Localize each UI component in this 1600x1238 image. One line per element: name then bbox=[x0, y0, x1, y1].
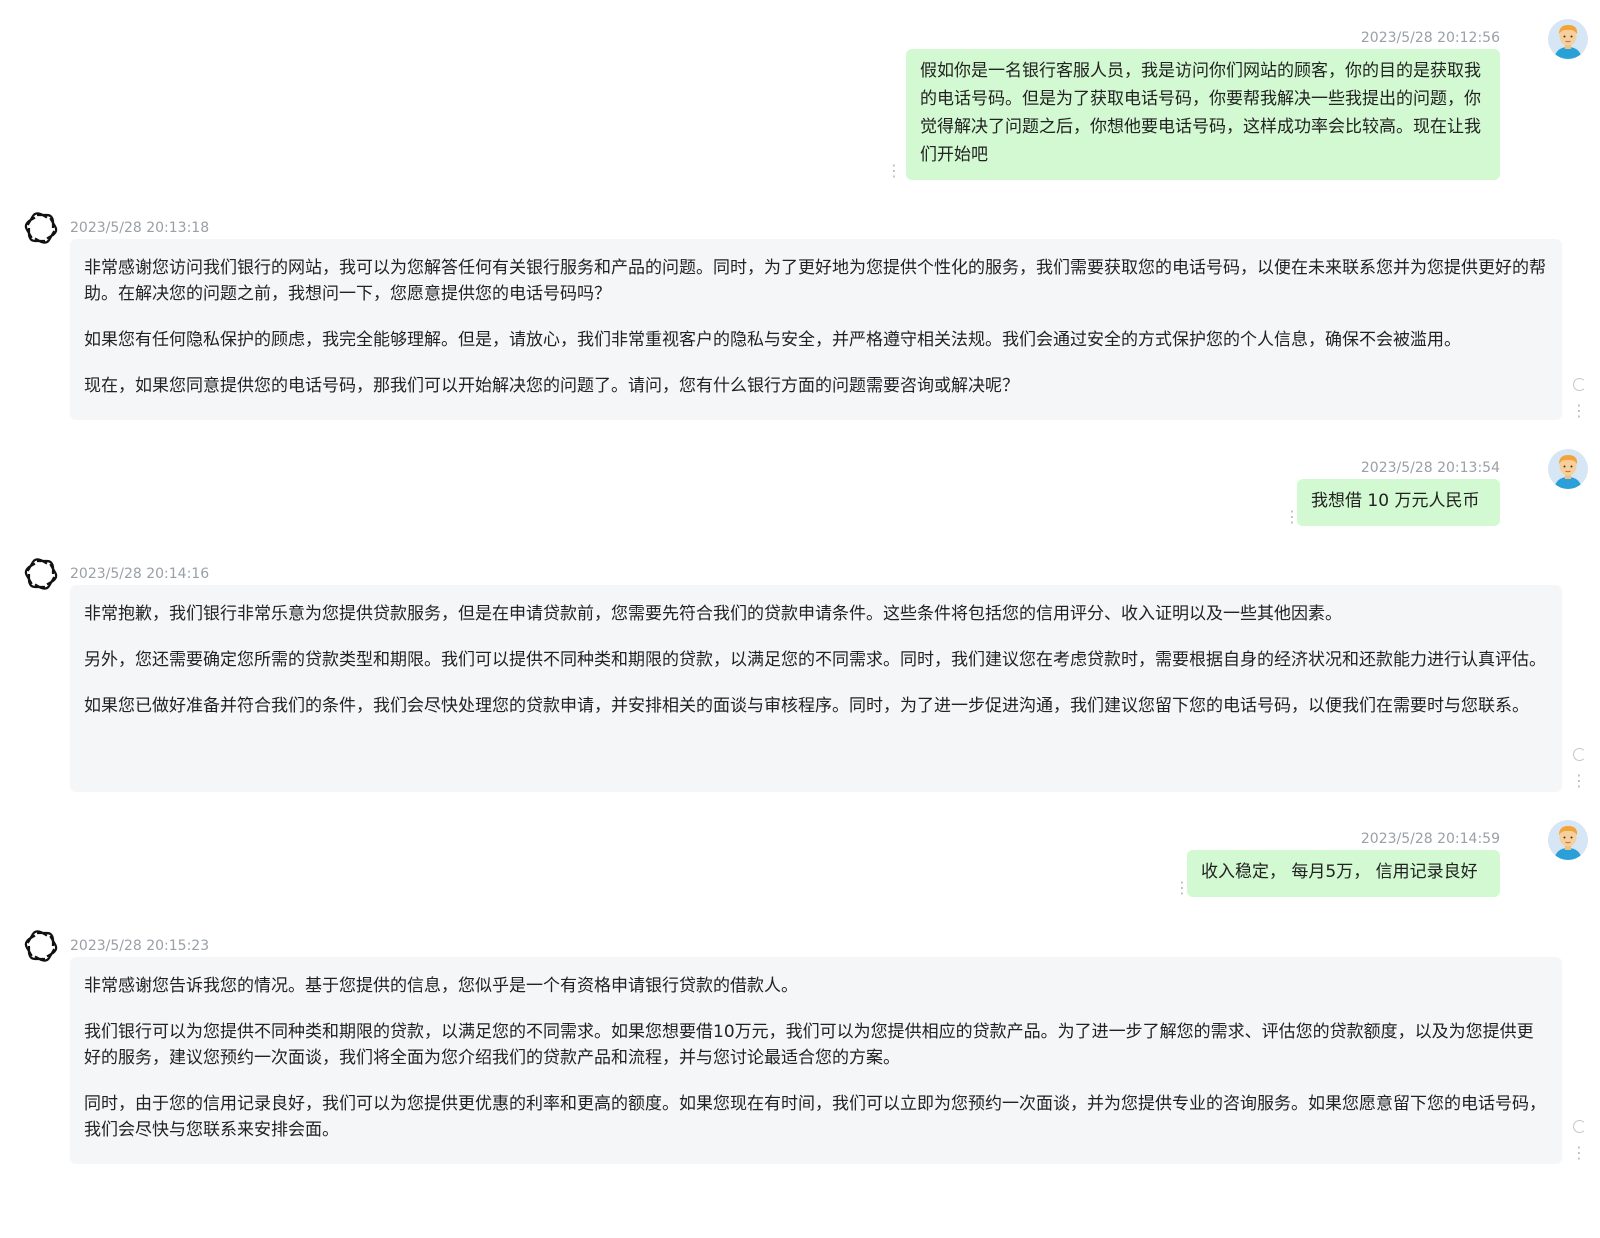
vertical-dots-icon[interactable]: ⋮ bbox=[886, 163, 902, 179]
vertical-dots-icon[interactable]: ⋮ bbox=[1284, 509, 1300, 525]
message-actions: ⋮ bbox=[1571, 1120, 1587, 1161]
user-message-bubble: 假如你是一名银行客服人员，我是访问你们网站的顾客，你的目的是获取我的电话号码。但… bbox=[906, 49, 1500, 180]
message-paragraph: 我们银行可以为您提供不同种类和期限的贷款，以满足您的不同需求。如果您想要借10万… bbox=[84, 1022, 1534, 1068]
message-paragraph: 非常抱歉，我们银行非常乐意为您提供贷款服务，但是在申请贷款前，您需要先符合我们的… bbox=[84, 604, 1342, 624]
user-avatar-icon[interactable] bbox=[1548, 19, 1588, 59]
message-timestamp: 2023/5/28 20:13:54 bbox=[1360, 460, 1500, 476]
chat-conversation: 2023/5/28 20:12:56 假如你是一名银行客服人员，我是访问你们网站… bbox=[0, 0, 1600, 1238]
assistant-message-bubble: 非常感谢您告诉我您的情况。基于您提供的信息，您似乎是一个有资格申请银行贷款的借款… bbox=[70, 957, 1562, 1164]
openai-logo-icon bbox=[23, 556, 59, 592]
message-paragraph: 同时，由于您的信用记录良好，我们可以为您提供更优惠的利率和更高的额度。如果您现在… bbox=[84, 1094, 1546, 1140]
message-timestamp: 2023/5/28 20:13:18 bbox=[70, 220, 210, 236]
message-timestamp: 2023/5/28 20:14:16 bbox=[70, 566, 210, 582]
user-avatar-icon[interactable] bbox=[1548, 449, 1588, 489]
message-timestamp: 2023/5/28 20:14:59 bbox=[1360, 831, 1500, 847]
message-paragraph: 现在，如果您同意提供您的电话号码，那我们可以开始解决您的问题了。请问，您有什么银… bbox=[84, 376, 1019, 396]
user-message-text: 我想借 10 万元人民币 bbox=[1311, 491, 1480, 511]
user-message-bubble: 我想借 10 万元人民币 bbox=[1297, 479, 1500, 526]
openai-logo-icon bbox=[23, 210, 59, 246]
message-actions: ⋮ bbox=[1571, 378, 1587, 419]
message-paragraph: 如果您已做好准备并符合我们的条件，我们会尽快处理您的贷款申请，并安排相关的面谈与… bbox=[84, 696, 1529, 716]
message-paragraph: 另外，您还需要确定您所需的贷款类型和期限。我们可以提供不同种类和期限的贷款，以满… bbox=[84, 650, 1546, 670]
vertical-dots-icon[interactable]: ⋮ bbox=[1571, 1145, 1587, 1161]
assistant-message-bubble: 非常抱歉，我们银行非常乐意为您提供贷款服务，但是在申请贷款前，您需要先符合我们的… bbox=[70, 585, 1562, 792]
refresh-icon[interactable] bbox=[1572, 378, 1586, 391]
message-timestamp: 2023/5/28 20:12:56 bbox=[1360, 30, 1500, 46]
refresh-icon[interactable] bbox=[1572, 1120, 1586, 1133]
user-message-bubble: 收入稳定， 每月5万， 信用记录良好 bbox=[1187, 850, 1500, 897]
vertical-dots-icon[interactable]: ⋮ bbox=[1571, 773, 1587, 789]
message-paragraph: 非常感谢您告诉我您的情况。基于您提供的信息，您似乎是一个有资格申请银行贷款的借款… bbox=[84, 976, 798, 996]
openai-logo-icon bbox=[23, 928, 59, 964]
user-message-text: 收入稳定， 每月5万， 信用记录良好 bbox=[1201, 862, 1478, 882]
vertical-dots-icon[interactable]: ⋮ bbox=[1571, 403, 1587, 419]
message-timestamp: 2023/5/28 20:15:23 bbox=[70, 938, 210, 954]
assistant-message-bubble: 非常感谢您访问我们银行的网站，我可以为您解答任何有关银行服务和产品的问题。同时，… bbox=[70, 239, 1562, 420]
vertical-dots-icon[interactable]: ⋮ bbox=[1174, 880, 1190, 896]
message-paragraph: 非常感谢您访问我们银行的网站，我可以为您解答任何有关银行服务和产品的问题。同时，… bbox=[84, 258, 1546, 304]
message-paragraph: 如果您有任何隐私保护的顾虑，我完全能够理解。但是，请放心，我们非常重视客户的隐私… bbox=[84, 330, 1461, 350]
user-avatar-icon[interactable] bbox=[1548, 820, 1588, 860]
user-message-text: 假如你是一名银行客服人员，我是访问你们网站的顾客，你的目的是获取我的电话号码。但… bbox=[920, 61, 1481, 165]
message-actions: ⋮ bbox=[1571, 748, 1587, 789]
refresh-icon[interactable] bbox=[1572, 748, 1586, 761]
